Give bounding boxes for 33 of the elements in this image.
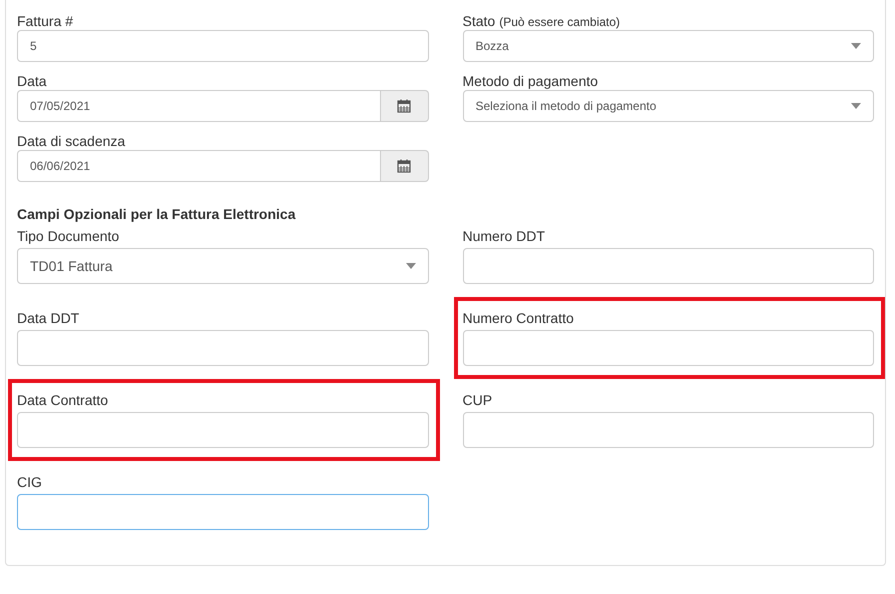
calendar-icon	[397, 99, 411, 113]
field-label: Metodo di pagamento	[462, 74, 598, 88]
date-field[interactable]: 07/05/2021	[17, 90, 380, 122]
select-field[interactable]: Seleziona il metodo di pagamento	[462, 90, 874, 122]
text-field[interactable]	[17, 494, 428, 530]
text-field[interactable]	[17, 330, 428, 366]
field-label: Stato	[462, 14, 496, 28]
date-field[interactable]: 06/06/2021	[17, 150, 380, 182]
field-label: Numero Contratto	[462, 309, 575, 328]
select-field[interactable]: TD01 Fattura	[17, 248, 428, 284]
section-title: Campi Opzionali per la Fattura Elettronica	[17, 205, 297, 224]
field-label: Tipo Documento	[17, 227, 120, 246]
text-field[interactable]	[17, 412, 428, 448]
select-field[interactable]: Bozza	[462, 30, 874, 62]
text-field[interactable]	[462, 248, 874, 284]
field-label: CUP	[462, 391, 494, 410]
text-field[interactable]: 5	[17, 30, 428, 62]
calendar-icon	[397, 159, 411, 173]
field-label: Numero DDT	[462, 227, 546, 246]
text-field[interactable]	[462, 412, 874, 448]
calendar-button[interactable]	[380, 150, 428, 182]
caret-icon	[851, 103, 861, 109]
text-field[interactable]	[462, 330, 874, 366]
field-label: Data	[17, 74, 47, 88]
field-label: Fattura #	[17, 14, 74, 28]
caret-icon	[406, 263, 416, 269]
field-label: Data Contratto	[17, 391, 110, 410]
field-label: Data DDT	[17, 309, 80, 328]
field-label: Data di scadenza	[17, 134, 126, 148]
calendar-button[interactable]	[380, 90, 428, 122]
field-hint: (Può essere cambiato)	[499, 16, 620, 28]
caret-icon	[851, 43, 861, 49]
field-label: CIG	[17, 473, 43, 492]
